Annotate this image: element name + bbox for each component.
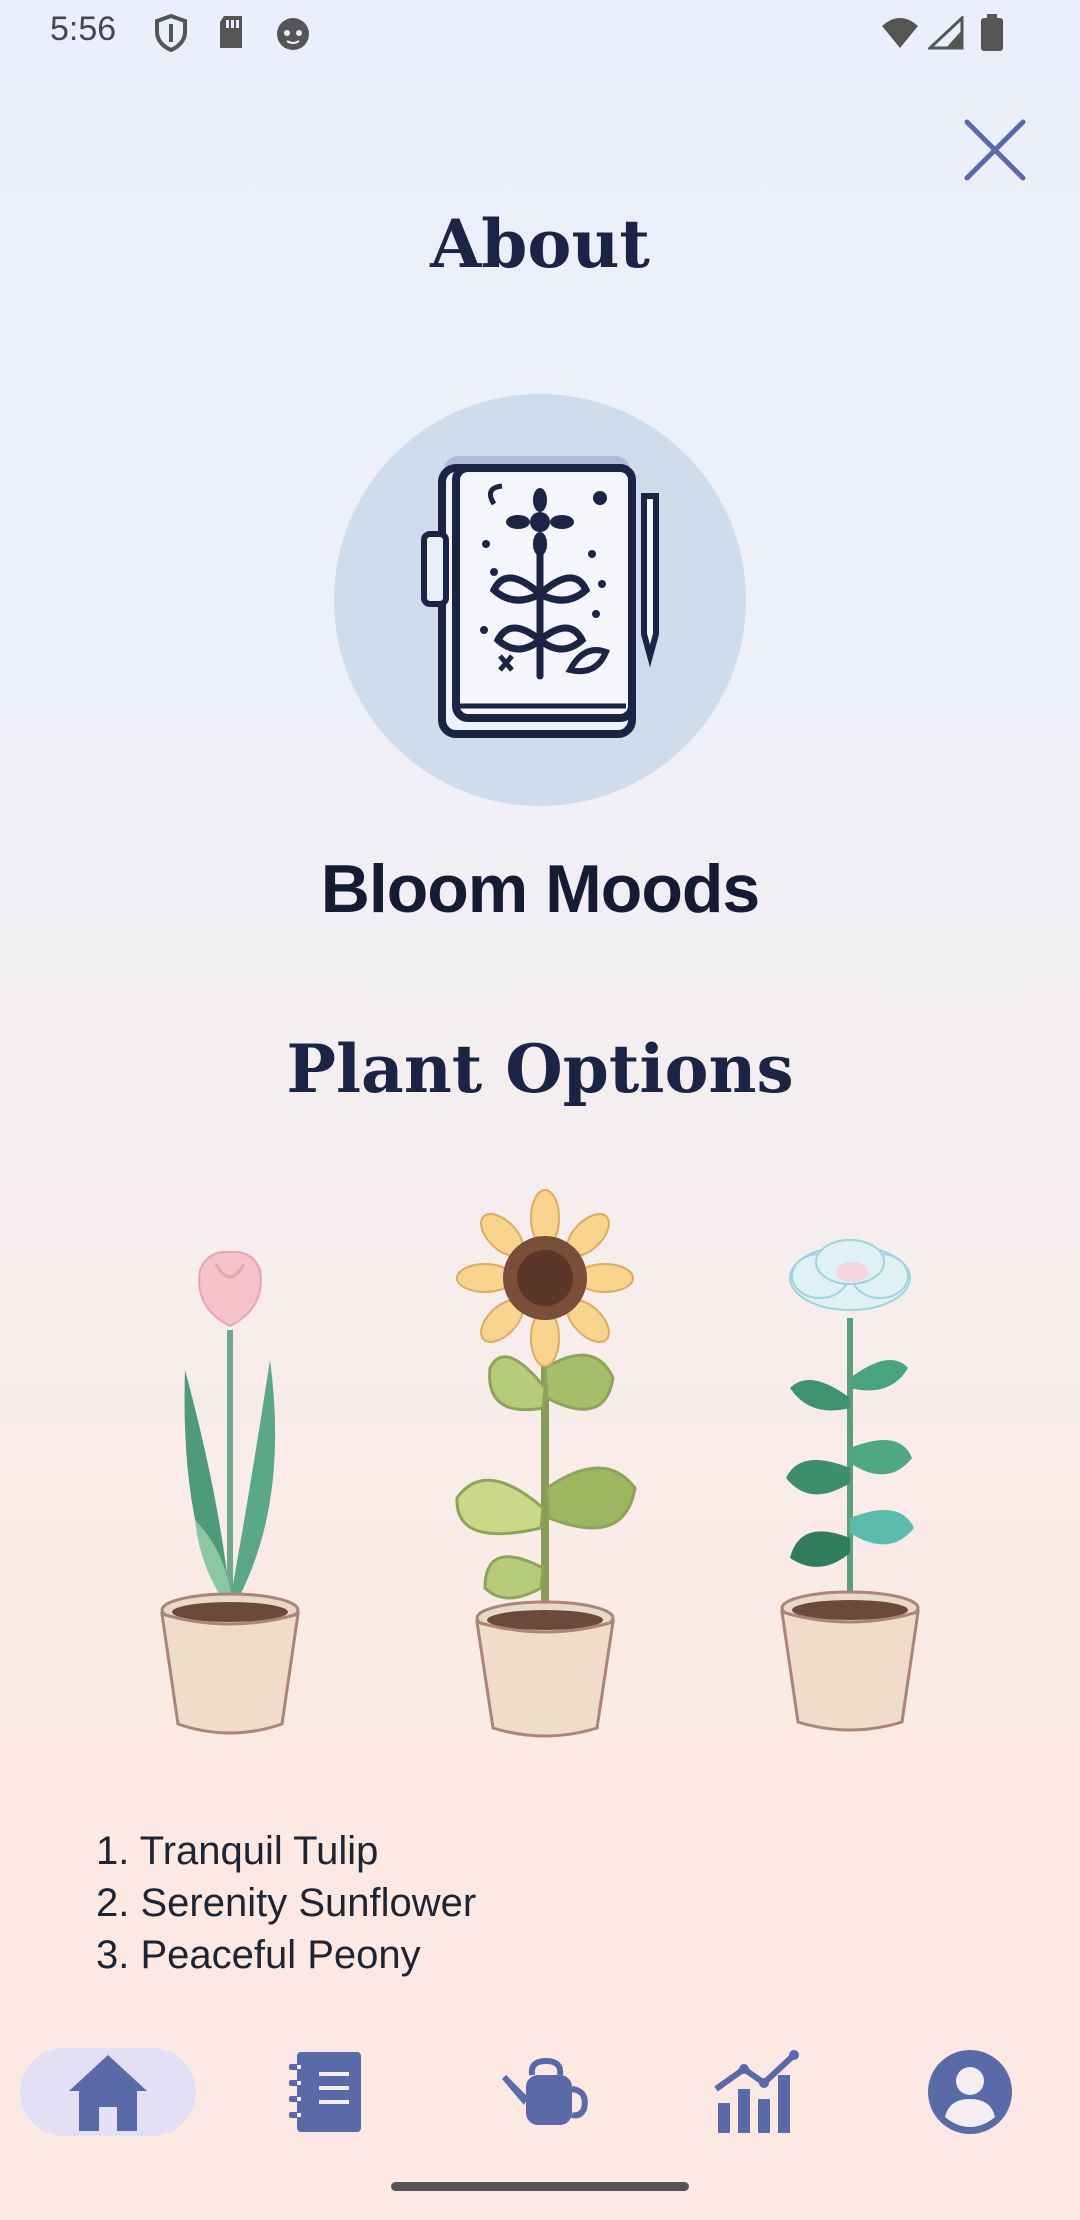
close-button[interactable]: [955, 110, 1035, 190]
bottom-navigation: [0, 2030, 1080, 2160]
nav-journal[interactable]: [270, 2050, 380, 2134]
cellular-signal-icon: [926, 14, 964, 54]
close-icon: [964, 119, 1026, 181]
app-name: Bloom Moods: [320, 851, 761, 927]
home-icon: [69, 2055, 147, 2131]
nav-stats[interactable]: [700, 2048, 810, 2136]
watering-can-icon: [502, 2057, 588, 2125]
nav-profile[interactable]: [915, 2048, 1025, 2136]
notebook-flower-icon: [421, 456, 659, 738]
battery-icon: [980, 14, 1004, 56]
cat-face-icon: [274, 14, 312, 56]
gesture-bar[interactable]: [391, 2182, 689, 2191]
sunflower-pot-icon: [445, 1188, 645, 1742]
status-time: 5:56: [50, 10, 117, 48]
nav-home[interactable]: [20, 2048, 196, 2136]
plant-item-peony: 3. Peaceful Peony: [96, 1933, 421, 1977]
chart-icon: [714, 2050, 799, 2133]
tulip-pot-icon: [150, 1250, 310, 1744]
plant-options-title: Plant Options: [286, 1030, 794, 1108]
shield-icon: [154, 13, 188, 56]
plant-item-sunflower: 2. Serenity Sunflower: [96, 1881, 477, 1925]
sd-card-icon: [216, 14, 246, 54]
app-logo: [334, 394, 746, 806]
plant-list: 1. Tranquil Tulip 2. Serenity Sunflower …: [96, 1825, 476, 1981]
notebook-icon: [289, 2052, 361, 2132]
status-bar: 5:56: [0, 0, 1080, 66]
nav-water[interactable]: [490, 2050, 600, 2134]
page-title: About: [430, 205, 650, 283]
plant-item-tulip: 1. Tranquil Tulip: [96, 1829, 379, 1873]
account-icon: [928, 2050, 1012, 2134]
peony-pot-icon: [770, 1238, 930, 1742]
wifi-icon: [880, 16, 920, 54]
